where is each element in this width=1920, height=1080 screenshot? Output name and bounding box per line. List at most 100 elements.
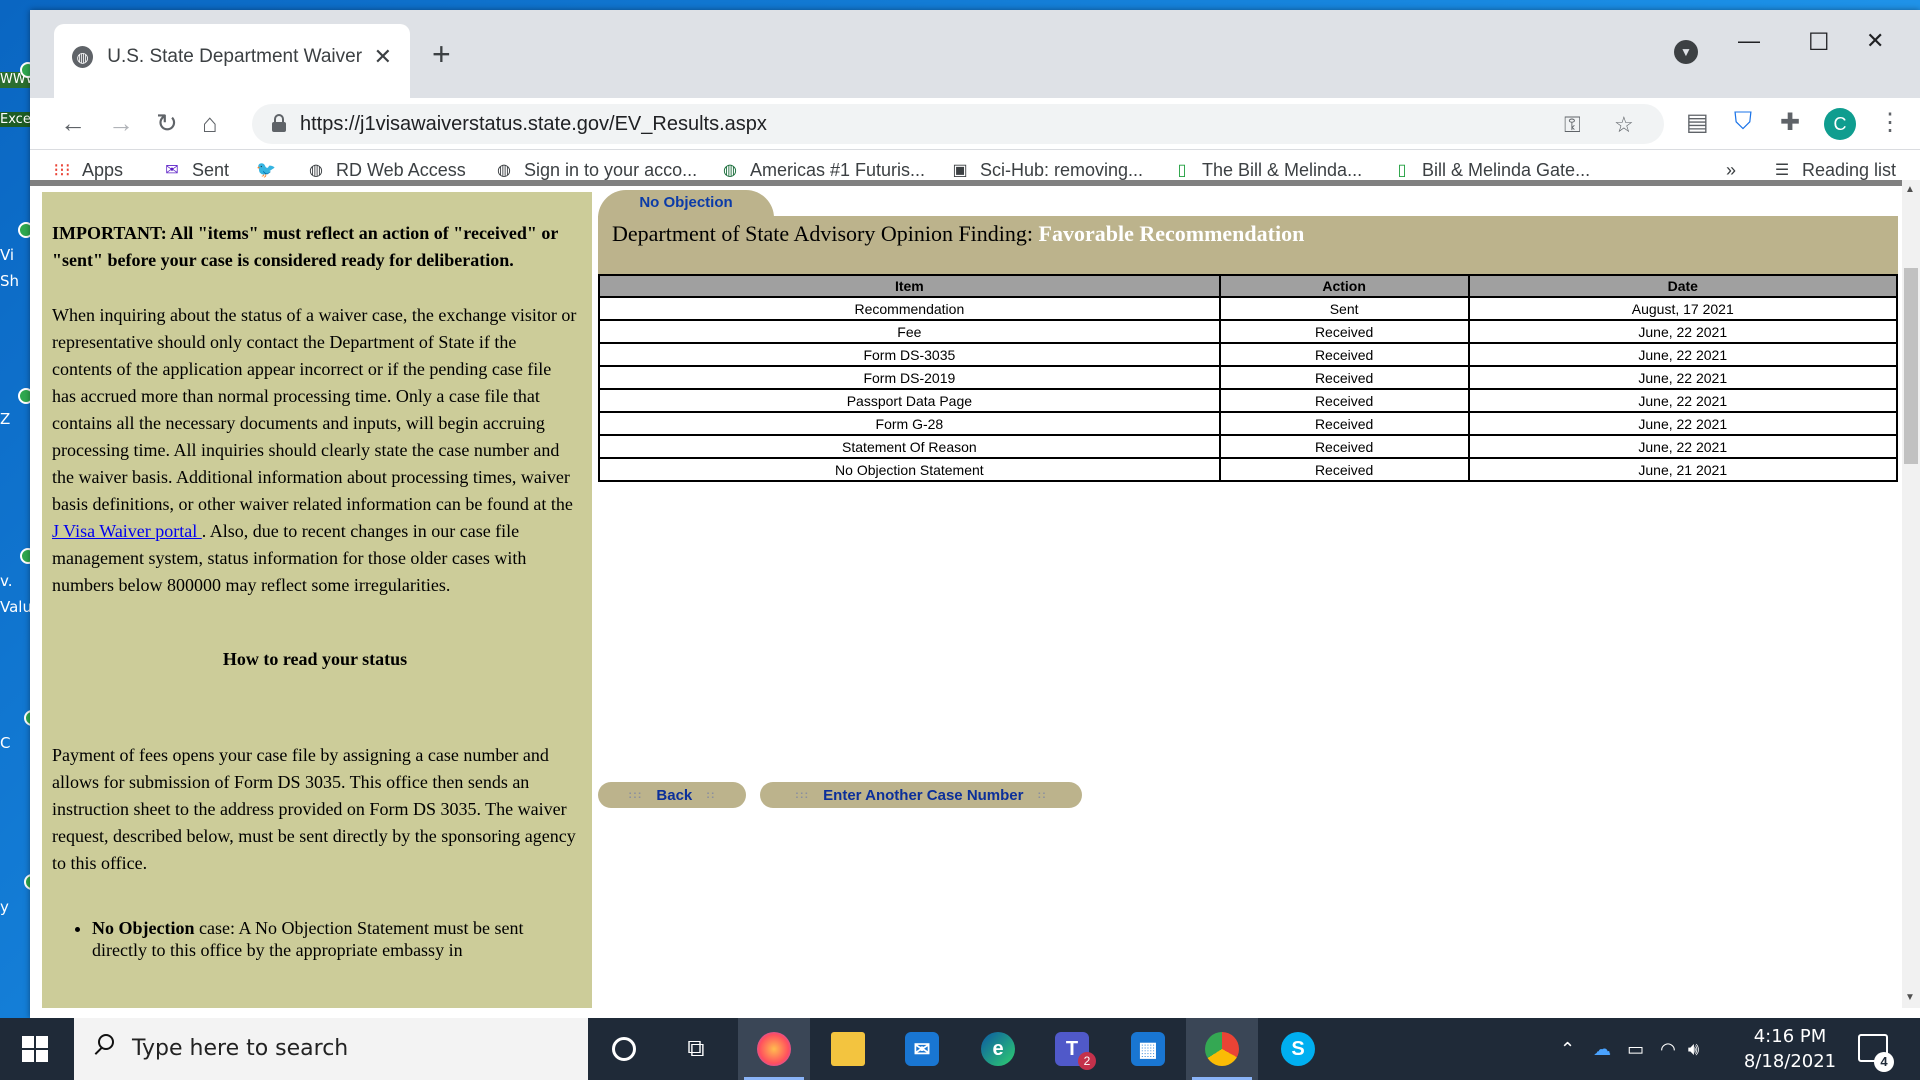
fees-paragraph: Payment of fees opens your case file by … bbox=[52, 745, 576, 873]
globe-icon: ◍ bbox=[497, 162, 511, 179]
finding-value: Favorable Recommendation bbox=[1038, 221, 1305, 246]
close-tab-icon[interactable]: ✕ bbox=[374, 46, 392, 68]
scroll-down-icon[interactable]: ▼ bbox=[1905, 992, 1915, 1003]
case-status-table: Item Action Date Recommendation Sent Augus… bbox=[598, 274, 1899, 482]
table-row: No Objection Statement Received June, 21 2… bbox=[598, 457, 1899, 482]
enter-another-case-button[interactable]: ::: Enter Another Case Number:: bbox=[760, 782, 1082, 808]
taskbar-file-explorer[interactable] bbox=[812, 1018, 884, 1080]
taskbar-clock[interactable]: 4:16 PM 8/18/2021 bbox=[1730, 1024, 1850, 1074]
table-row: Recommendation Sent August, 17 2021 bbox=[598, 296, 1899, 321]
advisory-finding-bar: Department of State Advisory Opinion Fin… bbox=[598, 216, 1898, 274]
taskbar-chrome[interactable] bbox=[1186, 1018, 1258, 1080]
back-arrow-icon[interactable]: ← bbox=[60, 108, 86, 138]
extension-shield-icon[interactable]: ⛉ bbox=[1734, 108, 1752, 136]
globe-icon: ◍ bbox=[309, 162, 323, 179]
close-window-button[interactable]: ✕ bbox=[1866, 28, 1884, 54]
reload-icon[interactable]: ↻ bbox=[156, 108, 178, 138]
j-visa-waiver-portal-link[interactable]: J Visa Waiver portal bbox=[52, 521, 202, 541]
chevron-up-icon[interactable]: ⌃ bbox=[1560, 1039, 1575, 1060]
taskbar-skype[interactable]: S bbox=[1262, 1018, 1334, 1080]
inquiry-paragraph: When inquiring about the status of a wai… bbox=[52, 305, 577, 595]
waiver-basis-tab: No Objection bbox=[598, 190, 774, 218]
teams-badge: 2 bbox=[1078, 1052, 1096, 1070]
grip-dots-icon: :: bbox=[1037, 789, 1047, 801]
how-to-read-heading: How to read your status bbox=[222, 649, 408, 669]
home-icon[interactable]: ⌂ bbox=[202, 108, 218, 138]
folder-icon bbox=[831, 1032, 865, 1066]
list-item: No Objection case: A No Objection Statem… bbox=[92, 917, 578, 961]
address-bar[interactable]: https://j1visawaiverstatus.state.gov/EV_… bbox=[252, 104, 1664, 144]
onedrive-icon[interactable]: ☁ bbox=[1593, 1039, 1611, 1060]
bookmark-icon: ▯ bbox=[1397, 162, 1407, 179]
battery-icon[interactable]: ▭ bbox=[1627, 1039, 1644, 1060]
task-view-button[interactable]: ⧉ bbox=[660, 1018, 732, 1080]
table-row: Statement Of Reason Received June, 22 2021 bbox=[598, 434, 1899, 459]
table-row: Fee Received June, 22 2021 bbox=[598, 319, 1899, 344]
browser-toolbar: ← → ↻ ⌂ https://j1visawaiverstatus.state… bbox=[30, 98, 1920, 150]
key-icon[interactable]: ⚿ bbox=[1564, 112, 1581, 138]
reading-list-icon: ☰ bbox=[1774, 162, 1790, 179]
tab-title: U.S. State Department Waiver Sys bbox=[107, 46, 367, 67]
globe-icon: ◍ bbox=[72, 46, 94, 68]
title-bar: ◍ U.S. State Department Waiver Sys ✕ + ▼… bbox=[30, 10, 1920, 98]
waiver-basis-list: No Objection case: A No Objection Statem… bbox=[52, 917, 578, 961]
taskbar-mail[interactable]: ✉ bbox=[886, 1018, 958, 1080]
wifi-icon[interactable]: ◠ bbox=[1660, 1039, 1676, 1060]
taskbar-search-box[interactable]: Type here to search bbox=[74, 1018, 588, 1080]
taskbar-calendar[interactable]: ▦ bbox=[1112, 1018, 1184, 1080]
table-row: Form G-28 Received June, 22 2021 bbox=[598, 411, 1899, 436]
system-tray: ⌃ ☁ ▭ ◠ 🔊︎ bbox=[1560, 1018, 1699, 1080]
table-row: Passport Data Page Received June, 22 2021 bbox=[598, 388, 1899, 413]
column-header-action: Action bbox=[1218, 274, 1470, 298]
menu-dots-icon[interactable]: ⋮ bbox=[1878, 108, 1902, 137]
firefox-icon bbox=[757, 1032, 791, 1066]
taskbar-teams[interactable]: T 2 bbox=[1036, 1018, 1108, 1080]
mail-icon: ✉ bbox=[165, 162, 179, 179]
windows-taskbar: Type here to search ⧉ ✉ e T 2 ▦ S ⌃ ☁ ▭ … bbox=[0, 1018, 1920, 1080]
mail-icon: ✉ bbox=[905, 1032, 939, 1066]
task-view-icon: ⧉ bbox=[687, 1035, 705, 1062]
chrome-icon bbox=[1205, 1032, 1239, 1066]
clock-date: 8/18/2021 bbox=[1743, 1051, 1837, 1072]
maximize-button[interactable]: ☐ bbox=[1808, 28, 1830, 57]
search-icon bbox=[92, 1034, 116, 1058]
calendar-icon: ▦ bbox=[1131, 1032, 1165, 1066]
puzzle-extensions-icon[interactable]: ✚ bbox=[1780, 108, 1800, 137]
grip-dots-icon: ::: bbox=[628, 789, 643, 801]
important-notice: IMPORTANT: All "items" must reflect an a… bbox=[52, 223, 559, 270]
grip-dots-icon: ::: bbox=[795, 789, 810, 801]
tab-search-icon[interactable]: ▼ bbox=[1674, 40, 1698, 64]
grip-dots-icon: :: bbox=[706, 789, 716, 801]
back-button[interactable]: ::: Back:: bbox=[598, 782, 746, 808]
browser-window: ◍ U.S. State Department Waiver Sys ✕ + ▼… bbox=[30, 10, 1920, 1018]
star-icon[interactable]: ☆ bbox=[1614, 112, 1634, 138]
clock-time: 4:16 PM bbox=[1753, 1026, 1827, 1047]
cortana-button[interactable] bbox=[588, 1018, 660, 1080]
taskbar-edge[interactable]: e bbox=[962, 1018, 1034, 1080]
new-tab-button[interactable]: + bbox=[432, 38, 451, 70]
cortana-circle-icon bbox=[612, 1037, 636, 1061]
windows-start-icon[interactable] bbox=[22, 1036, 48, 1062]
volume-icon[interactable]: 🔊︎ bbox=[1688, 1039, 1699, 1060]
page-scrollbar[interactable]: ▲ ▼ bbox=[1902, 180, 1920, 1008]
lock-icon[interactable] bbox=[272, 114, 286, 132]
url-text[interactable]: https://j1visawaiverstatus.state.gov/EV_… bbox=[300, 113, 767, 136]
table-row: Form DS-2019 Received June, 22 2021 bbox=[598, 365, 1899, 390]
globe-icon: ◍ bbox=[723, 162, 737, 179]
table-row: Form DS-3035 Received June, 22 2021 bbox=[598, 342, 1899, 367]
page-viewport: IMPORTANT: All "items" must reflect an a… bbox=[30, 180, 1902, 1008]
bookmark-icon: ▣ bbox=[952, 162, 968, 179]
search-placeholder: Type here to search bbox=[132, 1036, 349, 1061]
minimize-button[interactable]: — bbox=[1738, 28, 1760, 54]
scrollbar-thumb[interactable] bbox=[1904, 268, 1918, 464]
skype-icon: S bbox=[1281, 1032, 1315, 1066]
edge-icon: e bbox=[981, 1032, 1015, 1066]
taskbar-firefox[interactable] bbox=[738, 1018, 810, 1080]
forward-arrow-icon[interactable]: → bbox=[108, 108, 134, 138]
twitter-icon: 🐦 bbox=[256, 162, 276, 179]
scroll-up-icon[interactable]: ▲ bbox=[1905, 184, 1915, 195]
browser-tab[interactable]: ◍ U.S. State Department Waiver Sys ✕ bbox=[54, 24, 410, 98]
column-header-date: Date bbox=[1467, 274, 1899, 298]
reader-mode-icon[interactable]: ▤ bbox=[1686, 108, 1709, 137]
profile-avatar[interactable]: C bbox=[1824, 108, 1856, 140]
